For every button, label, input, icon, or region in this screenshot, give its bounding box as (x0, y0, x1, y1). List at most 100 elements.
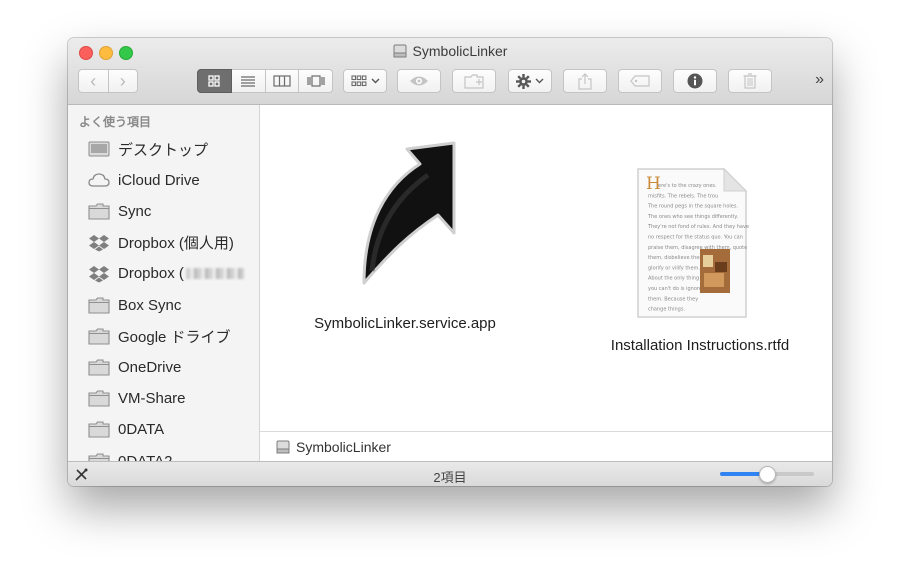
arrange-button[interactable] (343, 69, 387, 93)
sidebar-item[interactable]: VM-Share (88, 387, 258, 411)
sidebar-item-label: Dropbox (個人用) (118, 235, 234, 253)
double-chevron-icon: » (815, 71, 824, 88)
sidebar-item[interactable]: iCloud Drive (88, 168, 258, 192)
new-folder-button[interactable] (452, 69, 496, 93)
folder-icon (88, 358, 110, 376)
gear-icon (516, 73, 531, 89)
view-mode-buttons (197, 69, 333, 93)
nav-buttons: ‹ › (78, 69, 138, 93)
rtfd-document-icon: H ere's to the crazy ones.misfits. The r… (637, 167, 749, 318)
trash-button[interactable] (728, 69, 772, 93)
column-view-button[interactable] (265, 69, 300, 93)
sidebar-item[interactable]: デスクトップ (88, 137, 258, 161)
sidebar-item-label: Sync (118, 202, 152, 220)
sidebar-item-label: 0DATA2 (118, 452, 173, 462)
sidebar-item-label: デスクトップ (118, 141, 209, 159)
sidebar-item[interactable]: Box Sync (88, 293, 258, 317)
list-view-button[interactable] (231, 69, 266, 93)
toolbar-overflow-button[interactable]: » (815, 71, 824, 89)
get-info-button[interactable] (673, 69, 717, 93)
preview-line: glorify or vilify them. (648, 265, 700, 271)
preview-line: About the only thing (648, 276, 699, 282)
list-view-icon (241, 76, 256, 87)
title-bar: SymbolicLinker ‹ › » (68, 38, 832, 105)
share-button[interactable] (563, 69, 607, 93)
disk-icon (393, 44, 407, 58)
tag-button[interactable] (618, 69, 662, 93)
sidebar-item-label: OneDrive (118, 358, 182, 376)
cloud-icon (88, 171, 110, 189)
preview-line: misfits. The rebels. The trou (648, 193, 718, 199)
icon-size-slider[interactable] (720, 466, 814, 483)
preview-line: change things. (648, 307, 685, 313)
info-icon (687, 73, 703, 89)
tag-icon (630, 75, 650, 87)
disk-icon (276, 440, 290, 454)
redacted-text (185, 268, 244, 280)
share-icon (578, 72, 592, 90)
file-item-symboliclinker-app[interactable]: SymbolicLinker.service.app (290, 125, 520, 332)
file-name: SymbolicLinker.service.app (314, 315, 496, 332)
sidebar-item-label: VM-Share (118, 390, 186, 408)
sidebar-item-label: 0DATA (118, 421, 165, 439)
slider-knob[interactable] (759, 466, 776, 483)
arrange-icon (350, 75, 366, 87)
cover-flow-icon (307, 75, 325, 87)
folder-icon (88, 202, 110, 220)
status-bar: 2項目 (68, 461, 832, 486)
column-view-icon (273, 75, 291, 87)
preview-line: They're not fond of rules. And they have (647, 224, 749, 230)
preview-line: The round pegs in the square holes. (647, 204, 738, 210)
dropbox-icon (88, 234, 110, 252)
window-title: SymbolicLinker (68, 43, 832, 59)
chevron-down-icon (535, 78, 544, 84)
sidebar-item-label: Box Sync (118, 296, 182, 314)
icon-view-button[interactable] (197, 69, 232, 93)
file-item-installation-rtfd[interactable]: H ere's to the crazy ones. misfits. The r… (580, 125, 810, 354)
sidebar-item[interactable]: Sync (88, 199, 258, 223)
sidebar-item[interactable]: 0DATA2 (88, 449, 258, 461)
sidebar-item[interactable]: OneDrive (88, 355, 258, 379)
back-icon: ‹ (90, 70, 97, 91)
preview-line: praise them, disagree with them, quote (648, 245, 747, 251)
folder-icon (88, 390, 110, 408)
action-button[interactable] (508, 69, 552, 93)
finder-window: SymbolicLinker ‹ › » よく使う項目 デスクトップ iClou… (68, 38, 832, 486)
sidebar: よく使う項目 デスクトップ iCloud Drive Sync Dropbox (個人… (68, 105, 260, 461)
chevron-down-icon (371, 78, 379, 84)
desktop-icon (88, 140, 110, 158)
preview-line: them. Because they (648, 296, 698, 302)
eye-icon (410, 76, 428, 86)
icon-view-icon (208, 75, 221, 87)
forward-button[interactable]: › (108, 69, 138, 93)
path-bar: SymbolicLinker (260, 431, 832, 462)
folder-icon (88, 452, 110, 461)
preview-line: no respect for the status quo. You can (648, 235, 743, 241)
sidebar-item-label: iCloud Drive (118, 171, 200, 189)
preview-line: The ones who see things differently. (647, 214, 739, 220)
new-folder-icon (464, 73, 484, 89)
sidebar-item[interactable]: Dropbox ( (88, 262, 258, 286)
trash-icon (743, 73, 757, 89)
sidebar-header: よく使う項目 (79, 115, 152, 129)
folder-icon (88, 327, 110, 345)
file-name: Installation Instructions.rtfd (610, 337, 790, 354)
alias-arrow-icon (362, 141, 456, 285)
preview-line: ere's to the crazy ones. (658, 183, 717, 189)
back-button[interactable]: ‹ (78, 69, 109, 93)
sidebar-item-label: Dropbox ( (118, 265, 184, 283)
sidebar-item-label: Google ドライブ (118, 328, 231, 346)
folder-icon (88, 296, 110, 314)
sidebar-item[interactable]: Google ドライブ (88, 324, 258, 348)
quick-look-button[interactable] (397, 69, 441, 93)
window-title-text: SymbolicLinker (412, 43, 508, 59)
sidebar-item[interactable]: 0DATA (88, 418, 258, 442)
path-bar-item[interactable]: SymbolicLinker (296, 439, 391, 455)
file-area[interactable]: SymbolicLinker.service.app H ere's to th… (260, 105, 832, 431)
cover-flow-button[interactable] (299, 69, 333, 93)
item-count: 2項目 (433, 470, 467, 485)
preview-line: them, disbelieve them, (648, 255, 706, 261)
sidebar-item[interactable]: Dropbox (個人用) (88, 231, 258, 255)
forward-icon: › (119, 70, 126, 91)
folder-icon (88, 421, 110, 439)
